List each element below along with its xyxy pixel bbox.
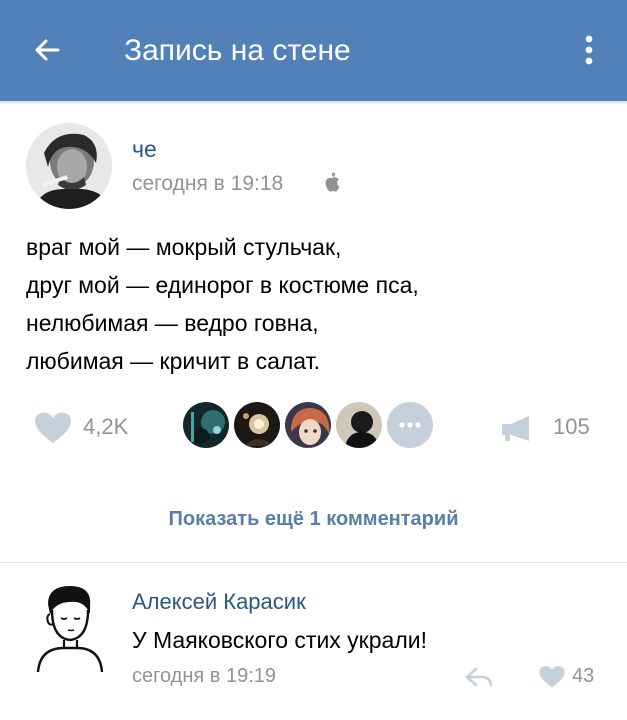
post-text-line: враг мой — мокрый стульчак, (26, 234, 342, 260)
divider (0, 562, 627, 563)
more-vertical-icon (585, 35, 593, 65)
more-menu-button[interactable] (574, 28, 604, 72)
heart-icon (35, 412, 71, 443)
author-avatar[interactable] (26, 123, 112, 209)
heart-icon[interactable] (538, 665, 566, 689)
post-text-line: друг мой — единорог в костюме пса, (26, 272, 419, 298)
apple-icon (325, 172, 340, 192)
post-text: враг мой — мокрый стульчак, друг мой — е… (26, 228, 606, 380)
comment-text: У Маяковского стих украли! (132, 627, 427, 653)
comment-like-count: 43 (572, 665, 595, 687)
page-title: Запись на стене (124, 34, 351, 67)
repost-button[interactable]: 105 (501, 407, 601, 447)
back-button[interactable] (26, 28, 70, 72)
post-text-line: любимая — кричит в салат. (26, 348, 320, 374)
post-text-line: нелюбимая — ведро говна, (26, 310, 319, 336)
comment-time: сегодня в 19:19 (132, 665, 276, 687)
like-button[interactable]: 4,2K (33, 407, 163, 447)
header-bar: Запись на стене (0, 0, 627, 101)
comment-author[interactable]: Алексей Карасик (132, 588, 306, 616)
more-horizontal-icon (399, 422, 421, 428)
liker-avatar[interactable] (181, 400, 231, 450)
liker-avatar[interactable] (334, 400, 384, 450)
arrow-left-icon (35, 39, 60, 61)
reply-icon[interactable] (464, 666, 494, 688)
megaphone-icon (502, 416, 529, 441)
commenter-avatar[interactable] (34, 582, 106, 673)
more-likers-button[interactable] (385, 400, 435, 450)
author-name[interactable]: че (132, 135, 157, 163)
header-shadow (0, 101, 627, 105)
post-time: сегодня в 19:18 (132, 172, 284, 195)
liker-avatar[interactable] (232, 400, 282, 450)
show-more-comments-link[interactable]: Показать ещё 1 комментарий (0, 505, 627, 533)
like-count: 4,2K (83, 414, 129, 439)
liker-avatar[interactable] (283, 400, 333, 450)
repost-count: 105 (553, 414, 590, 439)
